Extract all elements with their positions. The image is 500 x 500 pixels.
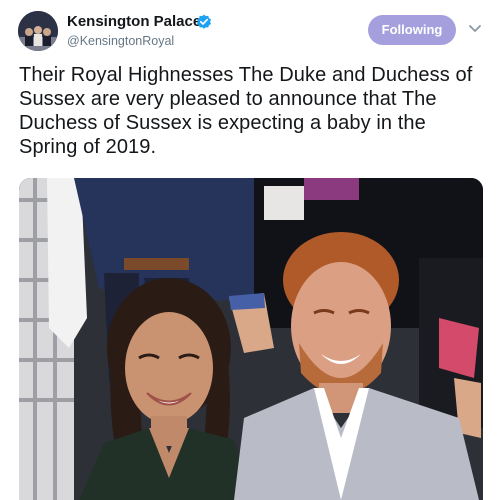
user-handle[interactable]: @KensingtonRoyal bbox=[67, 34, 174, 48]
tweet-photo[interactable] bbox=[19, 178, 483, 500]
display-name[interactable]: Kensington Palace bbox=[67, 13, 201, 30]
couple-photo bbox=[19, 178, 483, 500]
following-button[interactable]: Following bbox=[368, 15, 456, 45]
palace-avatar-icon bbox=[18, 11, 58, 51]
tweet-card: Kensington Palace @KensingtonRoyal Follo… bbox=[0, 0, 500, 500]
verified-badge-icon bbox=[197, 14, 211, 29]
avatar[interactable] bbox=[18, 11, 58, 51]
tweet-text: Their Royal Highnesses The Duke and Duch… bbox=[19, 64, 473, 158]
chevron-down-icon[interactable] bbox=[468, 24, 482, 34]
